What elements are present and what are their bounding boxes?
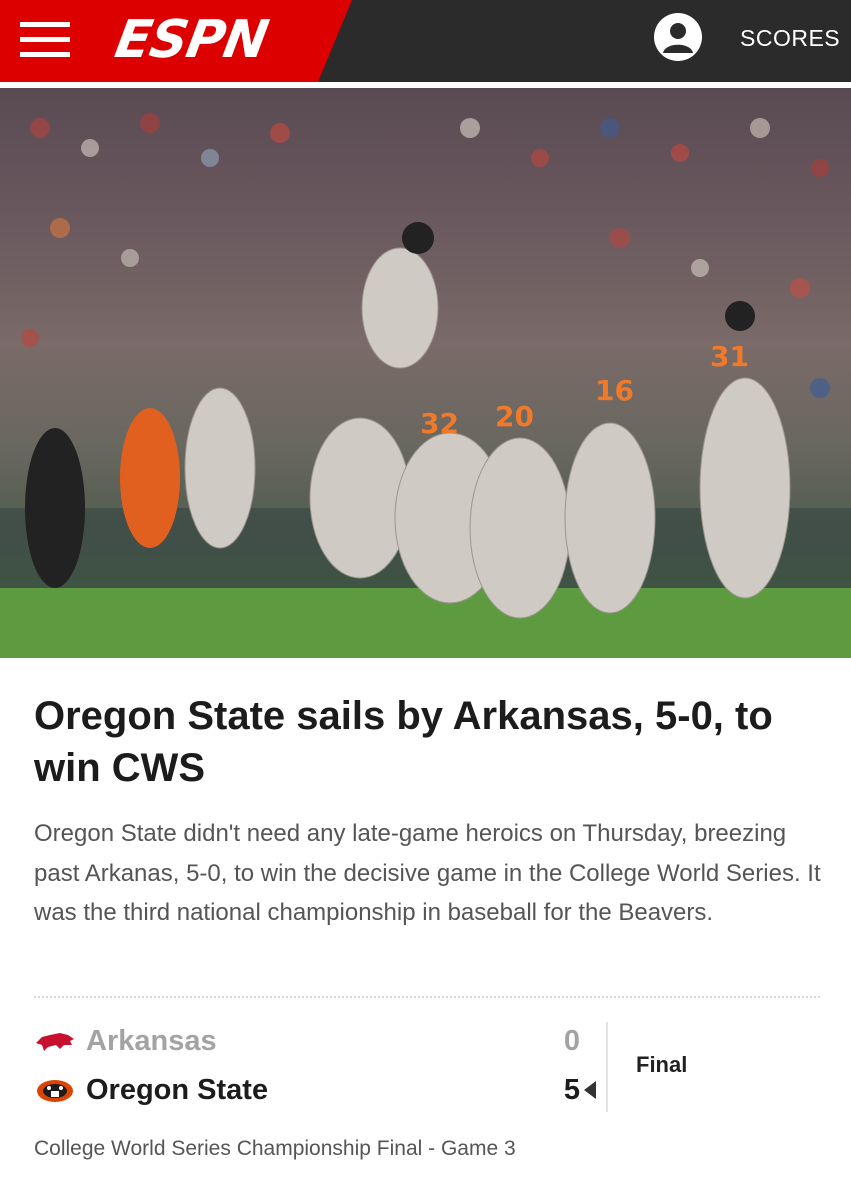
hero-photo[interactable]: 31 32 20 16: [0, 88, 851, 658]
score-divider: [606, 1022, 608, 1112]
article-headline[interactable]: Oregon State sails by Arkansas, 5-0, to …: [34, 690, 824, 794]
beaver-logo-icon: [37, 1080, 73, 1102]
user-profile-icon[interactable]: [654, 13, 702, 61]
game-status: Final: [636, 1052, 688, 1077]
celebration-photo-illustration: 31 32 20 16: [0, 113, 851, 658]
jersey-number: 16: [595, 374, 634, 407]
jersey-number: 32: [420, 407, 459, 440]
winner-indicator-icon: [584, 1081, 596, 1099]
scores-link[interactable]: SCORES: [740, 25, 840, 52]
team-row-home[interactable]: Oregon State 5: [34, 1069, 596, 1111]
jersey-number: 20: [495, 400, 534, 433]
top-navigation-bar: ESPN SCORES: [0, 0, 851, 82]
espn-logo[interactable]: ESPN: [111, 10, 272, 70]
divider: [34, 996, 820, 998]
jersey-number: 31: [710, 340, 749, 373]
razorback-logo-icon: [36, 1033, 74, 1051]
team-name: Arkansas: [86, 1024, 217, 1057]
team-score: 0: [563, 1024, 580, 1057]
team-row-away[interactable]: Arkansas 0: [34, 1020, 594, 1062]
article-summary: Oregon State didn't need any late-game h…: [34, 820, 821, 926]
hamburger-menu-icon[interactable]: [20, 22, 72, 58]
team-name: Oregon State: [86, 1073, 269, 1106]
game-description: College World Series Championship Final …: [34, 1137, 516, 1160]
team-score: 5: [563, 1073, 580, 1106]
